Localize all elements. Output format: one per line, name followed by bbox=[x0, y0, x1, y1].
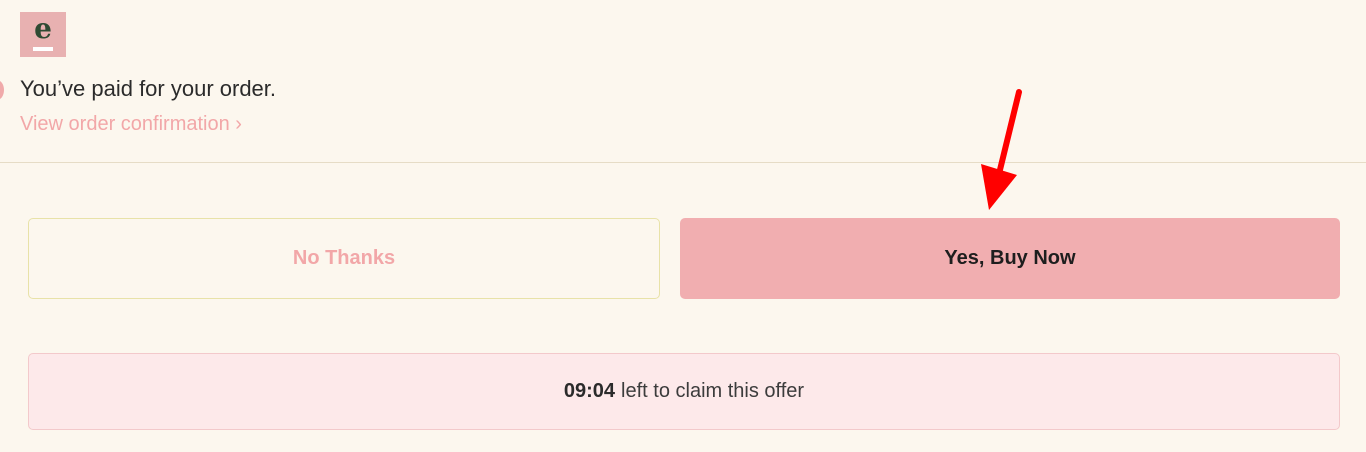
logo-letter: e bbox=[34, 12, 52, 45]
arrow-shaft bbox=[995, 89, 1022, 181]
view-order-confirmation-link[interactable]: View order confirmation › bbox=[20, 113, 242, 136]
brand-logo-icon[interactable]: e bbox=[20, 12, 66, 57]
arrow-head bbox=[981, 164, 1017, 210]
status-check-icon bbox=[0, 80, 4, 100]
offer-message: left to claim this offer bbox=[621, 380, 805, 402]
no-thanks-label: No Thanks bbox=[292, 247, 396, 269]
order-paid-message: You’ve paid for your order. bbox=[20, 76, 277, 101]
logo-bar bbox=[33, 47, 53, 51]
no-thanks-button[interactable]: No Thanks bbox=[28, 218, 660, 299]
offer-countdown-banner: 09:04 left to claim this offer bbox=[28, 353, 1340, 430]
divider bbox=[0, 162, 1366, 163]
yes-buy-now-button[interactable]: Yes, Buy Now bbox=[680, 218, 1340, 299]
upsell-page: e You’ve paid for your order. View order… bbox=[0, 0, 1366, 452]
offer-timer: 09:04 bbox=[563, 380, 616, 402]
yes-buy-now-label: Yes, Buy Now bbox=[944, 247, 1076, 269]
